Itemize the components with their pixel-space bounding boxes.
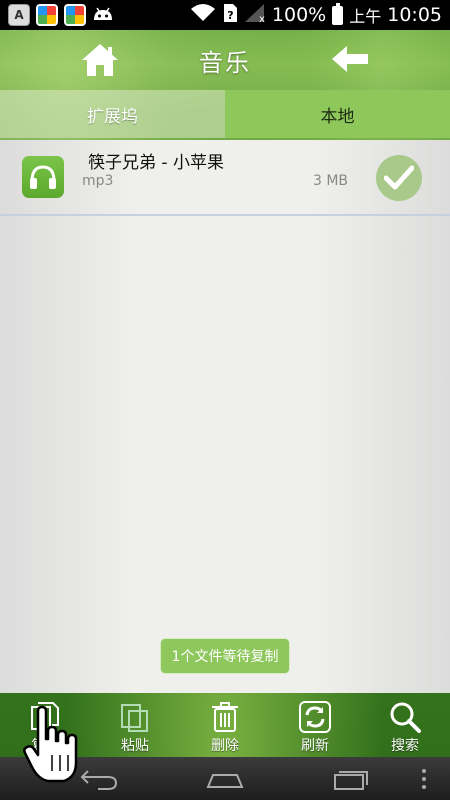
headphones-icon bbox=[22, 156, 64, 198]
home-icon bbox=[82, 44, 118, 76]
paste-icon bbox=[121, 704, 148, 732]
delete-label: 删除 bbox=[211, 738, 239, 754]
search-button[interactable]: 搜索 bbox=[360, 693, 450, 757]
keyboard-a-icon: A bbox=[8, 4, 30, 26]
delete-button[interactable]: 删除 bbox=[180, 693, 270, 757]
status-bar: A ? x 100% 上午 10:05 bbox=[0, 0, 450, 30]
nav-back-button[interactable] bbox=[80, 765, 120, 793]
paste-button[interactable]: 粘贴 bbox=[90, 693, 180, 757]
tab-local-label: 本地 bbox=[320, 106, 355, 127]
android-icon bbox=[92, 4, 114, 26]
battery-icon bbox=[332, 2, 344, 25]
clock: 10:05 bbox=[387, 4, 442, 26]
arrow-left-icon bbox=[332, 46, 368, 72]
back-button[interactable] bbox=[330, 44, 370, 74]
checkmark-icon bbox=[384, 165, 414, 190]
nav-menu-button[interactable] bbox=[418, 765, 430, 793]
more-vertical-icon bbox=[422, 769, 426, 789]
refresh-icon bbox=[299, 701, 331, 733]
page-title: 音乐 bbox=[199, 48, 251, 77]
tab-local[interactable]: 本地 bbox=[225, 90, 450, 138]
battery-percent: 100% bbox=[271, 4, 327, 26]
source-tabs: 扩展坞 本地 bbox=[0, 90, 450, 138]
hand-cursor-icon bbox=[23, 705, 78, 783]
nav-back-icon bbox=[80, 770, 118, 790]
file-type: mp3 bbox=[82, 173, 114, 189]
refresh-label: 刷新 bbox=[301, 738, 329, 754]
trash-icon bbox=[212, 702, 238, 732]
signal-no-sim-icon: x bbox=[244, 3, 266, 28]
file-name: 筷子兄弟 - 小苹果 bbox=[88, 153, 224, 173]
wifi-icon bbox=[190, 3, 216, 28]
time-period: 上午 bbox=[349, 7, 382, 26]
photo-app-icon bbox=[64, 4, 86, 26]
sim-icon: ? bbox=[222, 3, 238, 28]
pending-copy-badge: 1个文件等待复制 bbox=[160, 638, 290, 674]
search-icon bbox=[390, 702, 421, 733]
nav-home-icon bbox=[206, 774, 244, 788]
svg-text:x: x bbox=[259, 14, 265, 23]
photo-app-icon bbox=[36, 4, 58, 26]
nav-recents-button[interactable] bbox=[330, 765, 370, 793]
tab-dock[interactable]: 扩展坞 bbox=[0, 90, 225, 138]
file-list-panel: 筷子兄弟 - 小苹果 mp3 3 MB 1个文件等待复制 bbox=[0, 140, 450, 693]
nav-recents-icon bbox=[334, 771, 368, 790]
select-checkbox[interactable] bbox=[376, 155, 422, 201]
file-size: 3 MB bbox=[313, 173, 349, 189]
refresh-button[interactable]: 刷新 bbox=[270, 693, 360, 757]
app-header: 音乐 bbox=[0, 30, 450, 90]
search-label: 搜索 bbox=[391, 738, 419, 754]
home-button[interactable] bbox=[80, 42, 120, 78]
paste-label: 粘贴 bbox=[121, 738, 149, 754]
nav-home-button[interactable] bbox=[205, 765, 245, 793]
list-item[interactable]: 筷子兄弟 - 小苹果 mp3 3 MB bbox=[0, 140, 450, 216]
svg-text:?: ? bbox=[227, 9, 233, 22]
tab-dock-label: 扩展坞 bbox=[87, 106, 138, 127]
